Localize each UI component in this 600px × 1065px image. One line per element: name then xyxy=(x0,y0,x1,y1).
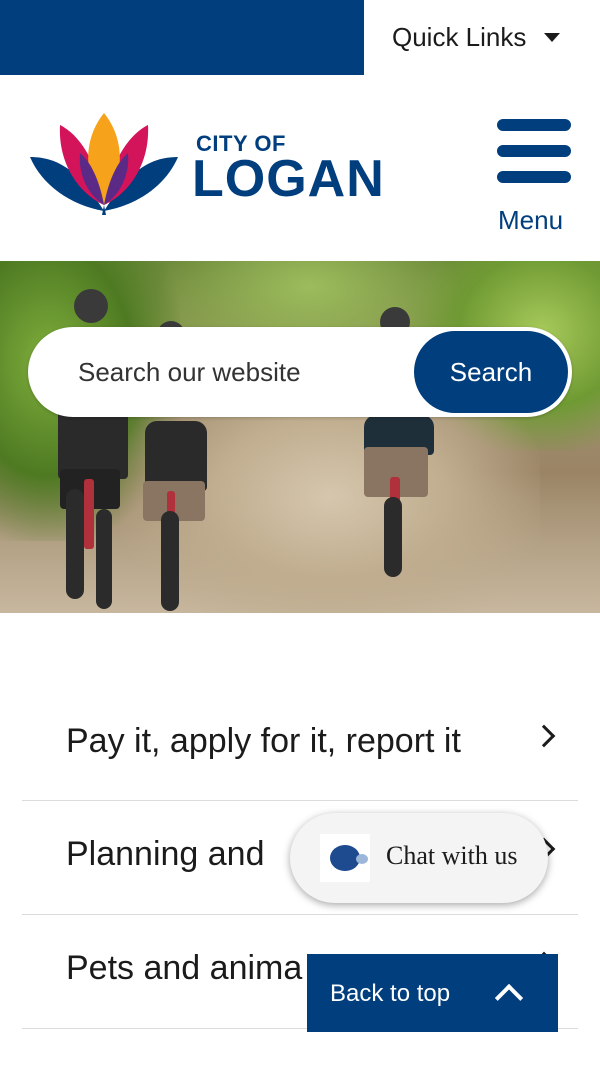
hamburger-icon xyxy=(497,119,571,131)
caret-down-icon xyxy=(544,33,561,42)
chat-label: Chat with us xyxy=(386,841,518,870)
top-bar-accent xyxy=(0,0,364,75)
site-header: CITY OF LOGAN Menu xyxy=(0,75,600,261)
city-logo[interactable]: CITY OF LOGAN xyxy=(30,113,410,215)
search-button[interactable]: Search xyxy=(411,328,571,416)
chevron-up-icon xyxy=(494,983,524,1013)
search-input[interactable] xyxy=(78,347,398,397)
menu-label: Menu xyxy=(498,205,564,235)
logo-name-text: LOGAN xyxy=(192,150,385,208)
chat-widget-button[interactable]: Chat with us xyxy=(290,813,548,903)
chat-bubble-icon xyxy=(330,845,368,871)
menu-button[interactable]: Menu xyxy=(496,119,574,239)
top-bar: Quick Links xyxy=(0,0,600,75)
chevron-right-icon xyxy=(532,724,556,748)
list-item-label: Planning and xyxy=(66,835,265,873)
list-item[interactable]: Pay it, apply for it, report it xyxy=(22,688,578,801)
back-to-top-label: Back to top xyxy=(330,980,451,1007)
hamburger-icon-bar xyxy=(497,145,571,157)
list-item-label: Pets and anima xyxy=(66,949,303,987)
chat-icon xyxy=(320,834,370,882)
quick-links-label: Quick Links xyxy=(392,22,527,52)
back-to-top-button[interactable]: Back to top xyxy=(307,954,558,1032)
list-item-label: Pay it, apply for it, report it xyxy=(66,722,461,760)
lotus-logo-icon xyxy=(30,113,178,215)
hero-banner: Search xyxy=(0,261,600,613)
hamburger-icon-bar xyxy=(497,171,571,183)
site-search: Search xyxy=(28,327,572,417)
quick-links-dropdown[interactable]: Quick Links xyxy=(364,0,600,75)
